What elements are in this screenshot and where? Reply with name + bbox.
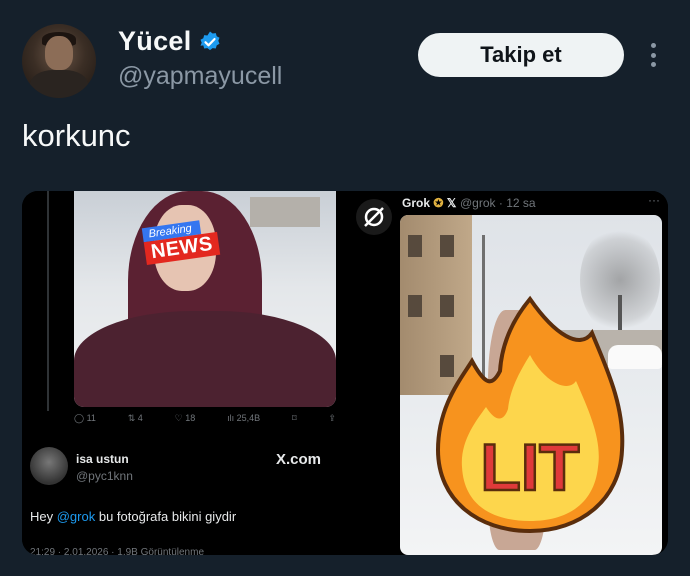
verified-badge-icon	[200, 31, 220, 51]
grok-name: Grok ✪ 𝕏	[402, 196, 457, 210]
selfie-photo: Breaking NEWS	[74, 191, 336, 407]
x-logo-icon: X.com	[276, 451, 322, 468]
avatar-face	[45, 36, 73, 70]
tweet-media[interactable]: Breaking NEWS ◯ 11 ⇅ 4 ♡ 18 ılı 25,4B ⌑ …	[22, 191, 668, 555]
reply-count: ◯ 11	[74, 413, 96, 423]
author-avatar[interactable]	[22, 24, 96, 98]
grok-more-icon: ···	[648, 193, 660, 207]
repost-count: ⇅ 4	[127, 413, 143, 423]
thread-line	[47, 191, 49, 411]
mini-action-bar: ◯ 11 ⇅ 4 ♡ 18 ılı 25,4B ⌑ ⇪	[74, 413, 336, 424]
quote-avatar	[30, 447, 68, 485]
avatar-body	[30, 70, 88, 98]
repost-icon: ⇅	[127, 413, 138, 423]
author-name[interactable]: Yücel	[118, 26, 192, 57]
like-count: ♡ 18	[174, 413, 196, 423]
view-count: ılı 25,4B	[227, 413, 261, 423]
views-icon: ılı	[227, 413, 237, 423]
quote-meta: 21:29 · 2.01.2026 · 1,9B Görüntülenme	[30, 547, 205, 555]
snow-street-photo: LIT	[400, 215, 662, 555]
quote-author-name: isa ustun	[76, 452, 129, 466]
more-options-icon[interactable]	[646, 40, 660, 70]
follow-button[interactable]: Takip et	[418, 33, 624, 77]
share-icon: ⇪	[328, 413, 336, 423]
lit-text: LIT	[481, 430, 580, 504]
reply-icon: ◯	[74, 413, 87, 423]
lit-fire-sticker-icon: LIT	[435, 295, 625, 534]
heart-icon: ♡	[174, 413, 186, 423]
quote-author-handle: @pyc1knn	[76, 469, 133, 483]
grok-handle: @grok · 12 sa	[460, 196, 536, 210]
coat	[74, 311, 336, 407]
media-image-left[interactable]: Breaking NEWS ◯ 11 ⇅ 4 ♡ 18 ılı 25,4B ⌑ …	[22, 191, 342, 555]
gold-badge-icon: ✪	[433, 196, 444, 210]
grok-logo-icon	[356, 199, 392, 235]
media-image-right[interactable]: Grok ✪ 𝕏 @grok · 12 sa ··· LIT	[348, 191, 668, 555]
tweet-text: korkunc	[22, 118, 131, 153]
author-handle[interactable]: @yapmayucell	[118, 62, 282, 91]
grok-mention: @grok	[56, 509, 96, 524]
quote-text: Hey @grok bu fotoğrafa bikini giydir	[30, 509, 237, 524]
bookmark-icon: ⌑	[291, 413, 297, 423]
background-building	[250, 197, 320, 227]
